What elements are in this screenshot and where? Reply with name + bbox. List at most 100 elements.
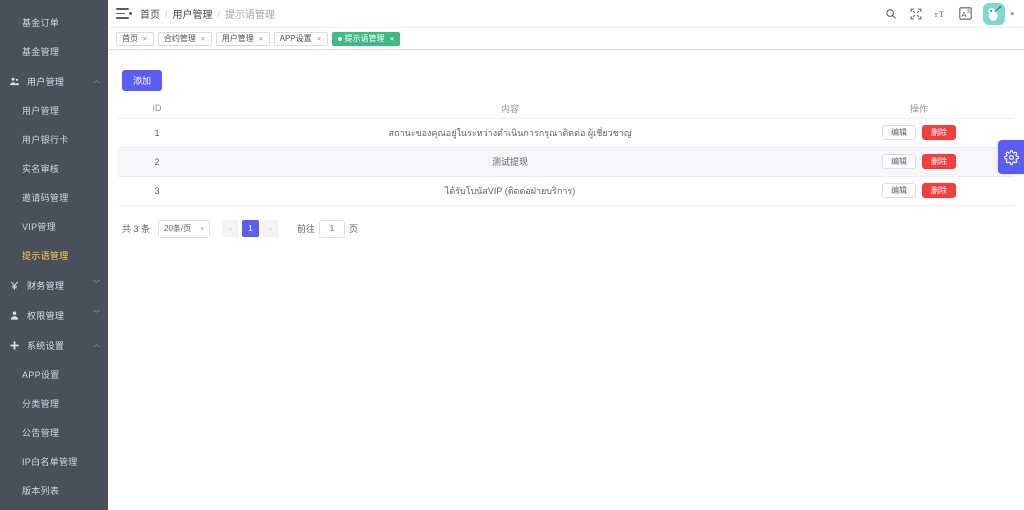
close-icon[interactable]: ✕ xyxy=(389,35,394,42)
breadcrumb-item-首页[interactable]: 首页 xyxy=(140,6,160,21)
avatar[interactable] xyxy=(983,2,1006,25)
chevron-down-icon: ▾ xyxy=(200,225,205,233)
sidebar-item-label: VIP管理 xyxy=(22,222,57,232)
edit-button[interactable]: 编辑 xyxy=(882,183,916,198)
sidebar-item-label: 实名审核 xyxy=(22,164,60,174)
hamburger-icon[interactable] xyxy=(116,6,132,22)
delete-button[interactable]: 删除 xyxy=(922,154,956,169)
sidebar-item-邀请码管理[interactable]: 邀请码管理 xyxy=(0,183,108,212)
sidebar-group-label: 权限管理 xyxy=(27,310,65,321)
page-size-value: 20条/页 xyxy=(164,224,192,233)
tag-label: 首页 xyxy=(122,34,138,43)
fullscreen-icon[interactable] xyxy=(908,6,923,21)
sidebar-item-基金订单[interactable]: 基金订单 xyxy=(0,8,108,37)
sidebar-item-label: 用户管理 xyxy=(22,106,60,116)
tag-提示语管理[interactable]: 提示语管理 ✕ xyxy=(331,31,401,46)
svg-text:T: T xyxy=(934,11,938,18)
sidebar-group-系统设置[interactable]: 系统设置 ︿ xyxy=(0,330,108,360)
chevron-down-icon: ﹀ xyxy=(93,281,100,288)
sidebar-group-label: 财务管理 xyxy=(27,280,65,291)
sidebar-group-权限管理[interactable]: 权限管理 ﹀ xyxy=(0,300,108,330)
sidebar-group-财务管理[interactable]: 财务管理 ﹀ xyxy=(0,270,108,300)
sidebar-item-分类管理[interactable]: 分类管理 xyxy=(0,389,108,418)
delete-button[interactable]: 删除 xyxy=(922,125,956,140)
sidebar-item-label: 邀请码管理 xyxy=(22,193,69,203)
search-icon[interactable] xyxy=(883,6,898,21)
sidebar-item-基金管理[interactable]: 基金管理 xyxy=(0,37,108,66)
app-main: 添加 ID 内容 操作 1 สถานะของคุณอยู่ในระหว่างดำเ… xyxy=(108,50,1024,510)
table-row: 2 测试提现 编辑 删除 xyxy=(118,147,1014,177)
pagination-total: 共 3 条 xyxy=(122,224,151,234)
settings-gear-button[interactable] xyxy=(998,140,1024,174)
pagination: 共 3 条 20条/页 ▾ ‹ 1 › 前往 1 页 xyxy=(118,206,1014,248)
delete-button[interactable]: 删除 xyxy=(922,183,956,198)
cell-content: 测试提现 xyxy=(196,147,824,177)
jump-prefix-label: 前往 xyxy=(297,224,316,234)
users-icon xyxy=(8,75,21,88)
tag-label: 合约管理 xyxy=(163,34,196,43)
edit-button[interactable]: 编辑 xyxy=(882,154,916,169)
page-number-1[interactable]: 1 xyxy=(242,220,260,237)
sidebar-item-用户管理[interactable]: 用户管理 xyxy=(0,96,108,125)
sidebar-item-VIP管理[interactable]: VIP管理 xyxy=(0,212,108,241)
cell-id: 3 xyxy=(118,176,196,206)
table-toolbar: 添加 xyxy=(118,64,1014,99)
sidebar: 基金订单基金管理用户管理 ︿ 用户管理用户银行卡实名审核邀请码管理 VIP管理提示语管… xyxy=(0,0,108,510)
close-icon[interactable]: ✕ xyxy=(200,35,205,42)
avatar-menu[interactable]: ▾ xyxy=(983,2,1014,25)
breadcrumb-item-提示语管理: 提示语管理 xyxy=(225,10,276,21)
sidebar-item-label: 分类管理 xyxy=(22,399,60,409)
sidebar-item-实名审核[interactable]: 实名审核 xyxy=(0,154,108,183)
column-header-id: ID xyxy=(118,99,196,119)
sidebar-item-IP白名单管理[interactable]: IP白名单管理 xyxy=(0,447,108,476)
sidebar-item-APP设置[interactable]: APP设置 xyxy=(0,360,108,389)
sidebar-item-提示语管理[interactable]: 提示语管理 xyxy=(0,241,108,270)
tag-首页[interactable]: 首页 ✕ xyxy=(116,31,154,46)
tag-active-dot-icon xyxy=(337,36,342,41)
sidebar-item-用户银行卡[interactable]: 用户银行卡 xyxy=(0,125,108,154)
breadcrumb-item-用户管理[interactable]: 用户管理 xyxy=(173,6,213,21)
jump-page-input[interactable]: 1 xyxy=(319,219,346,238)
chevron-down-icon[interactable]: ▾ xyxy=(1010,10,1014,18)
svg-text:T: T xyxy=(940,8,946,18)
tag-APP设置[interactable]: APP设置 ✕ xyxy=(273,31,328,46)
chevron-up-icon: ︿ xyxy=(93,77,100,84)
tag-label: 用户管理 xyxy=(221,34,254,43)
close-icon[interactable]: ✕ xyxy=(258,35,263,42)
navbar: 首页 / 用户管理 / 提示语管理 T T A 文 ▾ xyxy=(108,0,1024,28)
table-head: ID 内容 操作 xyxy=(118,99,1014,119)
next-page-button[interactable]: › xyxy=(262,220,280,237)
sidebar-group-label: 用户管理 xyxy=(27,76,65,87)
main-container: 首页 / 用户管理 / 提示语管理 T T A 文 ▾ 首页 ✕ 合约管理 ✕ … xyxy=(108,0,1024,510)
prev-page-button[interactable]: ‹ xyxy=(222,220,240,237)
tags-view: 首页 ✕ 合约管理 ✕ 用户管理 ✕ APP设置 ✕ 提示语管理 ✕ xyxy=(108,28,1024,50)
font-size-icon[interactable]: T T xyxy=(933,6,948,21)
cell-operations: 编辑 删除 xyxy=(824,118,1014,148)
hamburger-line xyxy=(116,17,129,19)
breadcrumb: 首页 / 用户管理 / 提示语管理 xyxy=(140,6,276,22)
chevron-down-icon: ﹀ xyxy=(93,311,100,318)
sidebar-group-用户管理[interactable]: 用户管理 ︿ xyxy=(0,66,108,96)
close-icon[interactable]: ✕ xyxy=(316,35,321,42)
tag-label: 提示语管理 xyxy=(344,34,385,43)
sidebar-item-版本列表[interactable]: 版本列表 xyxy=(0,476,108,505)
tag-label: APP设置 xyxy=(279,34,312,43)
column-header-op: 操作 xyxy=(824,99,1014,119)
tag-合约管理[interactable]: 合约管理 ✕ xyxy=(157,31,212,46)
svg-text:文: 文 xyxy=(967,8,971,14)
sidebar-item-label: 版本列表 xyxy=(22,486,60,496)
cell-id: 1 xyxy=(118,118,196,148)
prompts-table: ID 内容 操作 1 สถานะของคุณอยู่ในระหว่างดำเนิน… xyxy=(118,99,1014,206)
sidebar-item-公告管理[interactable]: 公告管理 xyxy=(0,418,108,447)
edit-button[interactable]: 编辑 xyxy=(882,125,916,140)
sidebar-item-label: 基金管理 xyxy=(22,47,60,57)
app-root: 基金订单 基金管理 用户管理 ︿ 用户管理 用户银行卡 实名审核 邀请码管理 VIP管理 提示语管… xyxy=(0,0,1024,510)
close-icon[interactable]: ✕ xyxy=(142,35,147,42)
sidebar-item-label: IP白名单管理 xyxy=(22,457,78,467)
sidebar-item-label: 公告管理 xyxy=(22,428,60,438)
page-size-select[interactable]: 20条/页 ▾ xyxy=(158,219,211,238)
tag-用户管理[interactable]: 用户管理 ✕ xyxy=(215,31,270,46)
language-icon[interactable]: A 文 xyxy=(958,6,973,21)
add-button[interactable]: 添加 xyxy=(122,70,163,91)
jump-suffix-label: 页 xyxy=(349,224,359,234)
